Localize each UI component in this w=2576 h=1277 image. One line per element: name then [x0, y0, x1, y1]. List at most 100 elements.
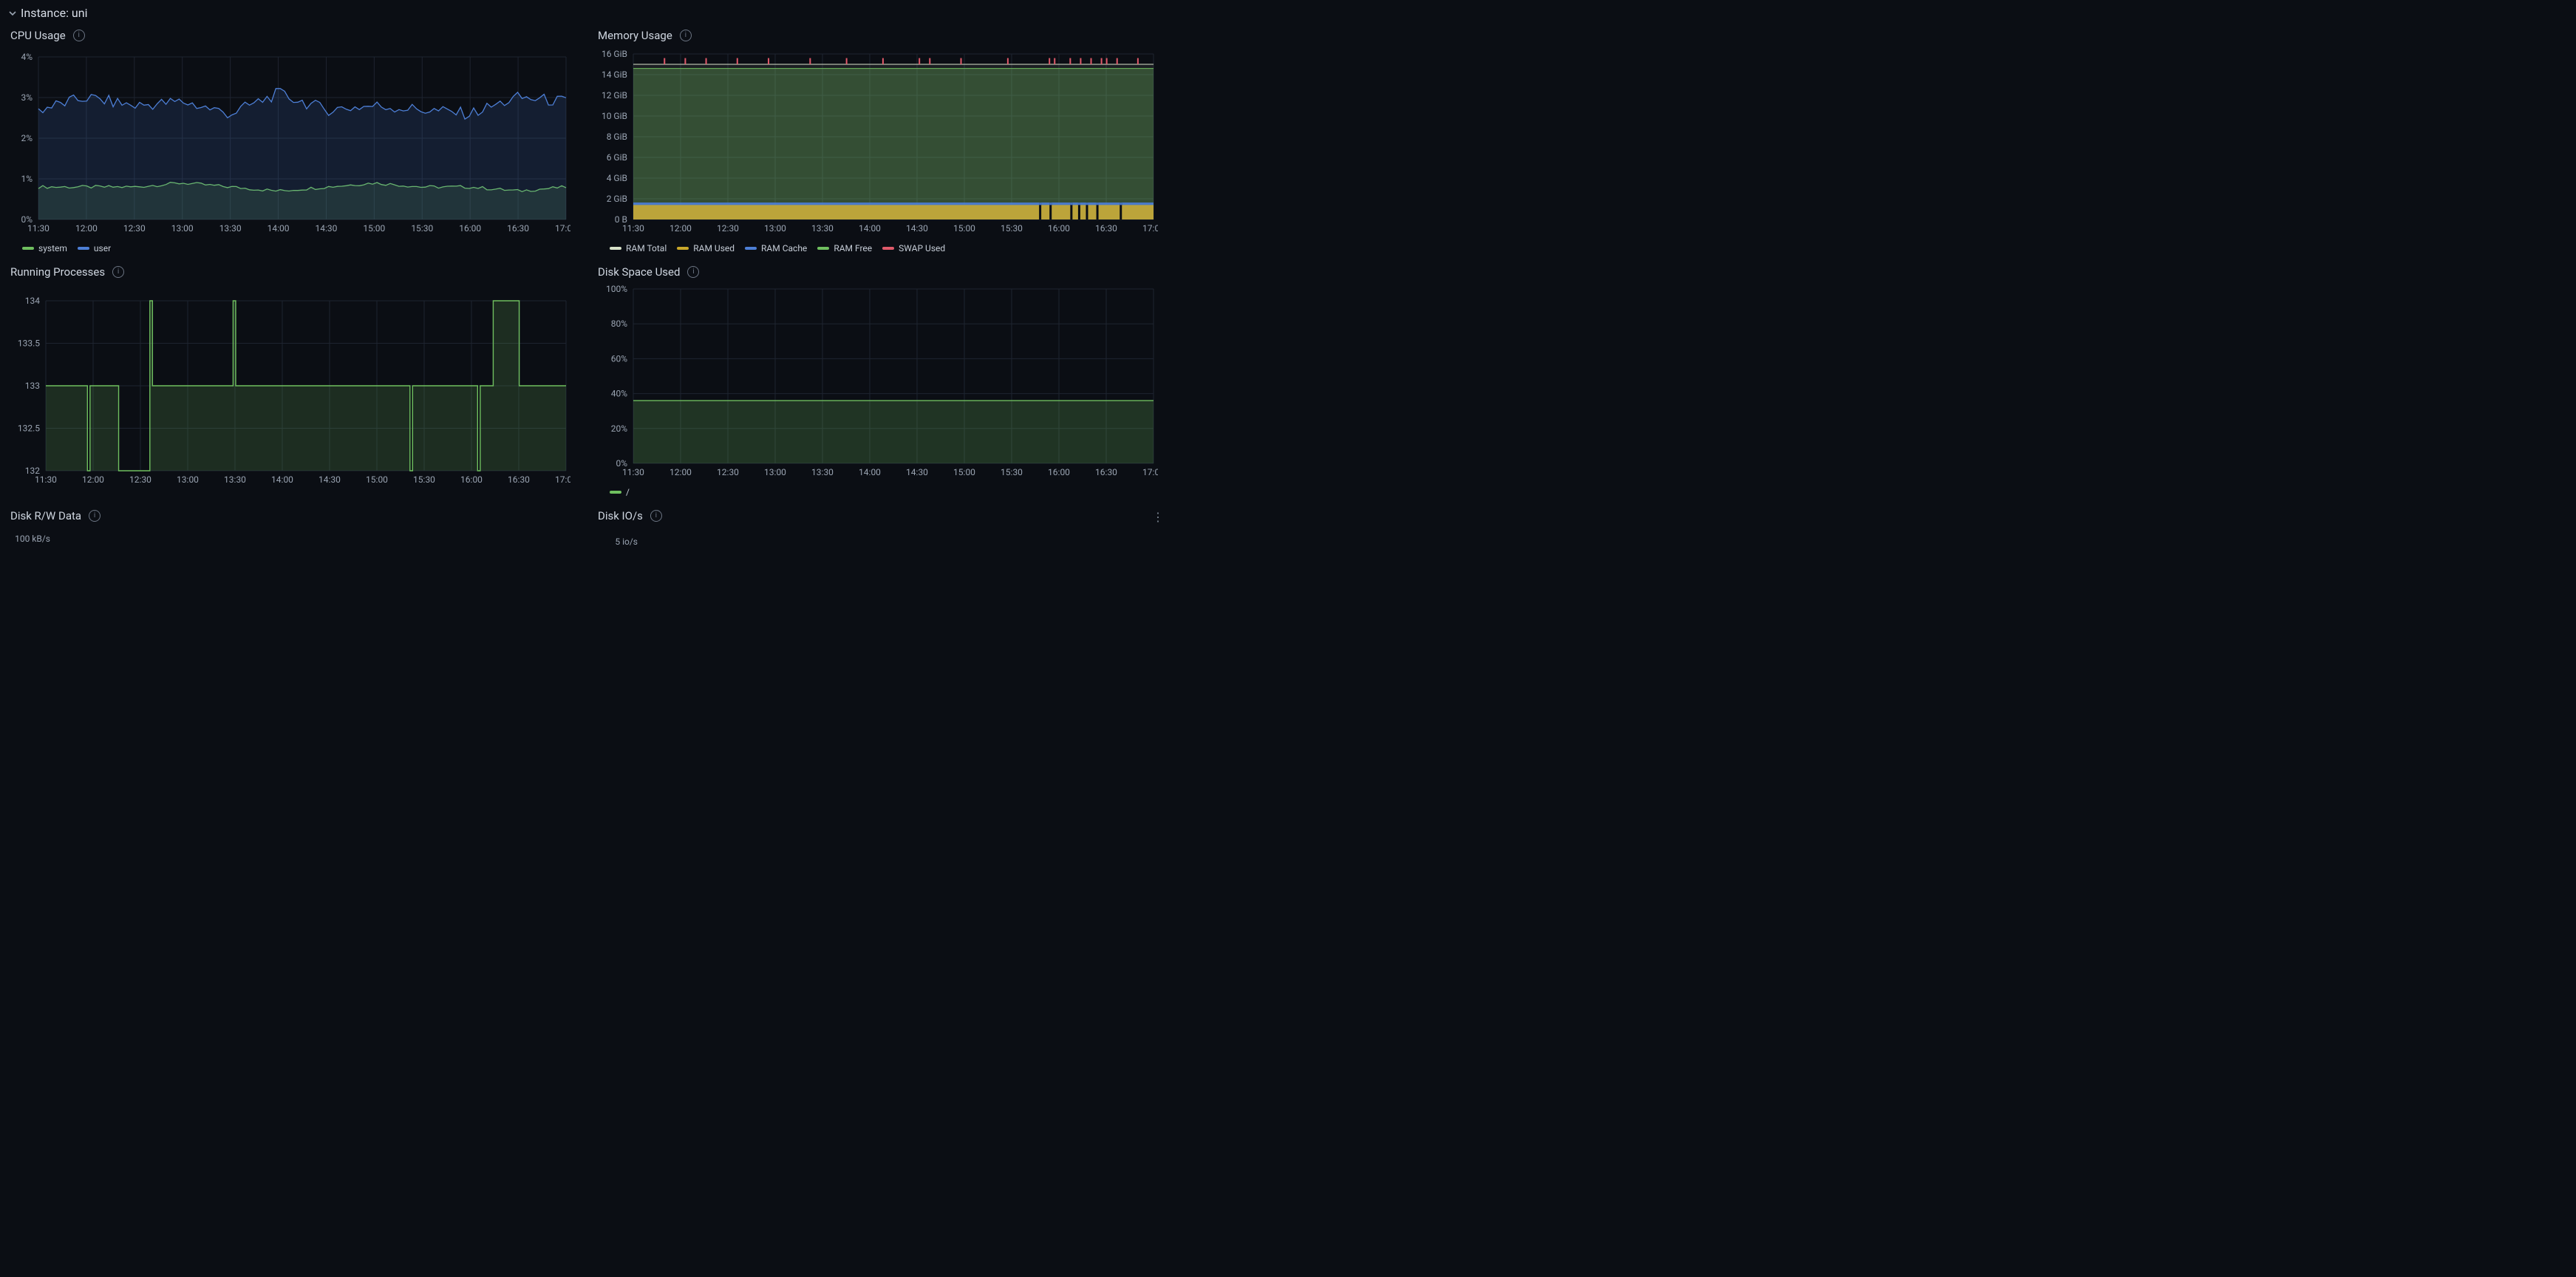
panel-disk-rw[interactable]: Disk R/W Data i 100 kB/s [9, 508, 574, 549]
svg-text:12:30: 12:30 [123, 223, 146, 234]
legend-item[interactable]: system [22, 243, 67, 253]
svg-text:12:00: 12:00 [669, 223, 692, 234]
svg-text:40%: 40% [611, 389, 627, 399]
panel-title-text: Disk R/W Data [10, 509, 81, 522]
chart-disk-space[interactable]: 0%20%40%60%80%100%11:3012:0012:3013:0013… [596, 283, 1162, 483]
svg-text:11:30: 11:30 [27, 223, 50, 234]
panel-title-text: Memory Usage [598, 29, 672, 42]
svg-text:16:00: 16:00 [1048, 223, 1070, 234]
legend-swatch [22, 247, 34, 250]
section-header[interactable]: Instance: uni [9, 3, 1162, 27]
svg-text:17:00: 17:00 [555, 474, 570, 485]
svg-text:16:30: 16:30 [508, 474, 530, 485]
legend-memory: RAM Total RAM Used RAM Cache RAM Free SWAP U… [596, 239, 1162, 253]
svg-text:100 kB/s: 100 kB/s [15, 534, 50, 544]
svg-text:2%: 2% [21, 133, 33, 143]
svg-text:13:00: 13:00 [171, 223, 194, 234]
svg-text:12:00: 12:00 [669, 467, 692, 477]
legend-swatch [78, 247, 89, 250]
legend-label: RAM Total [626, 243, 667, 253]
svg-text:12:30: 12:30 [129, 474, 151, 485]
panel-title-text: Disk IO/s [598, 509, 643, 522]
legend-swatch [610, 247, 621, 250]
info-icon[interactable]: i [680, 30, 692, 41]
section-title: Instance: uni [21, 6, 87, 20]
panel-memory-usage[interactable]: Memory Usage i 0 B2 GiB4 GiB6 GiB8 GiB10… [596, 27, 1162, 253]
svg-text:17:00: 17:00 [1142, 467, 1158, 477]
svg-text:14:30: 14:30 [906, 467, 928, 477]
svg-text:16 GiB: 16 GiB [602, 49, 627, 59]
svg-text:13:30: 13:30 [224, 474, 246, 485]
legend-item[interactable]: RAM Used [677, 243, 735, 253]
legend-swatch [677, 247, 689, 250]
legend-item[interactable]: / [610, 487, 630, 497]
svg-text:12:00: 12:00 [75, 223, 98, 234]
panel-disk-space[interactable]: Disk Space Used i 0%20%40%60%80%100%11:3… [596, 264, 1162, 497]
svg-text:17:00: 17:00 [555, 223, 570, 234]
svg-text:15:00: 15:00 [363, 223, 385, 234]
svg-text:5 io/s: 5 io/s [615, 537, 638, 547]
info-icon[interactable]: i [112, 266, 124, 278]
legend-label: system [38, 243, 67, 253]
legend-item[interactable]: user [78, 243, 111, 253]
panel-running-processes[interactable]: Running Processes i 132132.5133133.51341… [9, 264, 574, 497]
svg-text:16:00: 16:00 [1048, 467, 1070, 477]
svg-text:14 GiB: 14 GiB [602, 69, 627, 80]
chart-disk-rw[interactable]: 100 kB/s [9, 527, 574, 549]
legend-item[interactable]: RAM Cache [745, 243, 807, 253]
panel-title-text: Running Processes [10, 265, 105, 279]
legend-swatch [817, 247, 829, 250]
chart-cpu[interactable]: 0%1%2%3%4%11:3012:0012:3013:0013:3014:00… [9, 47, 574, 239]
legend-item[interactable]: RAM Total [610, 243, 667, 253]
svg-text:11:30: 11:30 [35, 474, 57, 485]
legend-item[interactable]: SWAP Used [882, 243, 945, 253]
chevron-down-icon [9, 10, 16, 17]
svg-text:2 GiB: 2 GiB [607, 194, 627, 204]
info-icon[interactable]: i [687, 266, 699, 278]
svg-text:6 GiB: 6 GiB [607, 152, 627, 163]
kebab-menu-icon[interactable]: ⋮ [1151, 511, 1165, 524]
svg-text:132.5: 132.5 [18, 423, 40, 434]
svg-text:15:00: 15:00 [953, 467, 975, 477]
svg-text:4%: 4% [21, 52, 33, 62]
legend-label: RAM Used [693, 243, 735, 253]
chart-disk-io[interactable]: 5 io/s [596, 527, 1162, 549]
svg-text:17:00: 17:00 [1142, 223, 1158, 234]
info-icon[interactable]: i [73, 30, 85, 41]
svg-text:14:30: 14:30 [318, 474, 341, 485]
legend-cpu: system user [9, 239, 574, 253]
svg-text:4 GiB: 4 GiB [607, 173, 627, 183]
svg-text:133.5: 133.5 [18, 338, 40, 349]
svg-text:13:00: 13:00 [764, 467, 786, 477]
chart-processes[interactable]: 132132.5133133.513411:3012:0012:3013:001… [9, 283, 574, 490]
svg-text:12 GiB: 12 GiB [602, 90, 627, 101]
panel-disk-io[interactable]: ⋮ Disk IO/s i 5 io/s [596, 508, 1162, 549]
legend-label: / [626, 487, 630, 497]
svg-text:12:30: 12:30 [717, 223, 739, 234]
svg-text:16:30: 16:30 [1095, 467, 1117, 477]
svg-text:134: 134 [25, 296, 40, 306]
panel-cpu-usage[interactable]: CPU Usage i 0%1%2%3%4%11:3012:0012:3013:… [9, 27, 574, 253]
legend-label: user [94, 243, 111, 253]
svg-text:16:30: 16:30 [1095, 223, 1117, 234]
svg-text:11:30: 11:30 [622, 467, 644, 477]
legend-label: RAM Cache [761, 243, 807, 253]
svg-text:14:30: 14:30 [906, 223, 928, 234]
info-icon[interactable]: i [650, 510, 662, 522]
svg-text:14:00: 14:00 [859, 467, 881, 477]
svg-text:11:30: 11:30 [622, 223, 644, 234]
svg-text:16:00: 16:00 [459, 223, 481, 234]
svg-text:133: 133 [25, 381, 40, 391]
svg-text:13:30: 13:30 [811, 467, 834, 477]
svg-text:12:00: 12:00 [82, 474, 104, 485]
svg-text:14:00: 14:00 [268, 223, 290, 234]
svg-text:14:00: 14:00 [859, 223, 881, 234]
svg-text:15:30: 15:30 [1001, 467, 1023, 477]
info-icon[interactable]: i [89, 510, 100, 522]
legend-label: RAM Free [834, 243, 872, 253]
svg-text:13:30: 13:30 [219, 223, 242, 234]
chart-memory[interactable]: 0 B2 GiB4 GiB6 GiB8 GiB10 GiB12 GiB14 Gi… [596, 47, 1162, 239]
svg-text:15:30: 15:30 [411, 223, 433, 234]
legend-item[interactable]: RAM Free [817, 243, 872, 253]
svg-text:16:30: 16:30 [507, 223, 529, 234]
